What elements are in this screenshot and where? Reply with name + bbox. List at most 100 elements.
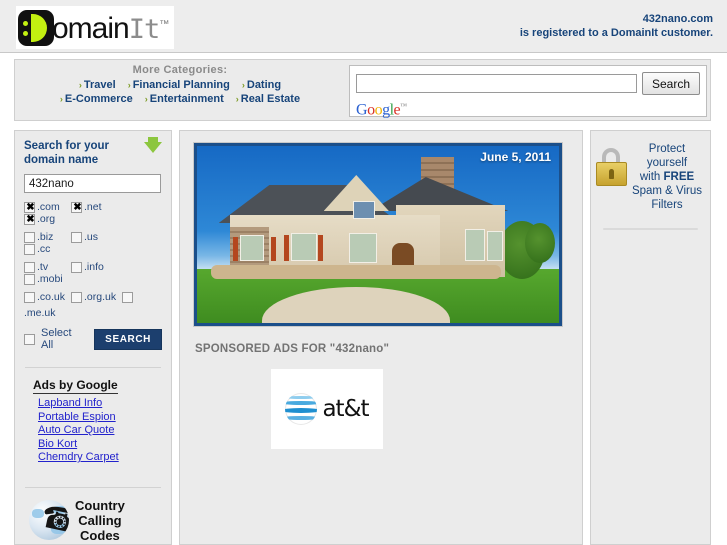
ad-link-lapband-info[interactable]: Lapband Info: [38, 397, 161, 411]
right-sidebar: Protect yourself with FREE Spam & Virus …: [590, 130, 711, 545]
tld-label: .us: [84, 231, 99, 243]
category-label: Real Estate: [240, 93, 301, 105]
house-photo: June 5, 2011: [197, 146, 559, 323]
tld-option-tv[interactable]: .tv: [24, 261, 71, 273]
category-row-2: › E-Commerce › Entertainment › Real Estate: [15, 93, 345, 105]
tld-option-cc[interactable]: .cc: [24, 243, 71, 255]
country-calling-codes-ad[interactable]: ☎ Country Calling Codes: [15, 488, 171, 543]
tld-option-com[interactable]: .com: [24, 201, 71, 214]
domainit-logo[interactable]: omainIt™: [16, 6, 175, 49]
category-link-dating[interactable]: › Dating: [242, 79, 281, 91]
checkbox-org[interactable]: [24, 213, 36, 226]
checkbox-info[interactable]: [71, 261, 82, 273]
category-link-entertainment[interactable]: › Entertainment: [145, 93, 224, 105]
tld-option-mobi[interactable]: .mobi: [24, 273, 71, 285]
select-all-label: Select All: [41, 327, 72, 351]
google-logo-o2: o: [374, 101, 383, 119]
cc-line-2: Calling: [78, 512, 122, 528]
tld-checkbox-grid: .com .net .org .biz .us .cc .tv .info .m…: [24, 201, 164, 319]
promo-line-3: Spam & Virus: [631, 185, 703, 197]
tld-label: .co.uk: [37, 291, 66, 303]
bullet-arrow-icon: ›: [241, 80, 245, 90]
domain-name-input[interactable]: [24, 174, 161, 193]
ads-by-google-block: Ads by Google Lapband Info Portable Espi…: [15, 368, 171, 465]
checkbox-net[interactable]: [71, 201, 83, 214]
att-wordmark: at&t: [322, 396, 369, 422]
domain-search-button[interactable]: SEARCH: [94, 328, 162, 350]
logo-text-it: It: [128, 14, 161, 45]
category-link-financial-planning[interactable]: › Financial Planning: [128, 79, 230, 91]
category-link-e-commerce[interactable]: › E-Commerce: [60, 93, 133, 105]
google-logo: Google™: [356, 97, 706, 119]
logo-mark-icon: [18, 9, 54, 46]
tld-option-me-uk[interactable]: [122, 291, 135, 303]
checkbox-tv[interactable]: [24, 261, 35, 273]
down-arrow-icon: [144, 137, 162, 153]
checkbox-biz[interactable]: [24, 231, 35, 243]
more-categories-block: More Categories: › Travel › Financial Plan…: [15, 64, 345, 107]
checkbox-me-uk[interactable]: [122, 291, 134, 303]
ad-link-bio-kort[interactable]: Bio Kort: [38, 438, 161, 452]
google-logo-g1: G: [356, 101, 368, 119]
tld-option-co-uk[interactable]: .co.uk: [24, 291, 65, 303]
featured-photo-frame: June 5, 2011: [193, 142, 563, 327]
tld-option-biz[interactable]: .biz: [24, 231, 71, 243]
sponsored-ads-heading: SPONSORED ADS FOR "432nano": [195, 343, 390, 355]
site-header: omainIt™ 432nano.com is registered to a …: [0, 0, 727, 53]
tld-option-org[interactable]: .org: [24, 213, 71, 226]
tld-label: .info: [84, 261, 104, 273]
google-search-button[interactable]: Search: [641, 72, 700, 95]
padlock-icon: [596, 148, 627, 186]
tld-label: .biz: [37, 231, 54, 243]
page-root: omainIt™ 432nano.com is registered to a …: [0, 0, 727, 545]
tld-label: .tv: [37, 261, 49, 273]
tld-option-net[interactable]: .net: [71, 201, 118, 214]
tld-label: .cc: [37, 243, 51, 255]
spam-filter-promo-text: Protect yourself with FREE Spam & Virus …: [630, 142, 704, 212]
more-categories-title: More Categories:: [132, 64, 228, 76]
category-label: Entertainment: [149, 93, 224, 105]
checkbox-com[interactable]: [24, 201, 36, 214]
category-link-real-estate[interactable]: › Real Estate: [236, 93, 300, 105]
tld-row-4: .co.uk .org.uk: [24, 291, 164, 303]
logo-trademark: ™: [159, 19, 169, 30]
ad-link-auto-car-quote[interactable]: Auto Car Quote: [38, 424, 161, 438]
content-columns: Search for your domain name .com .net .o…: [14, 130, 711, 545]
checkbox-select-all[interactable]: [24, 333, 35, 345]
promo-line-4: Filters: [651, 199, 683, 211]
category-label: Travel: [83, 79, 116, 91]
checkbox-mobi[interactable]: [24, 273, 35, 285]
main-content: June 5, 2011 SPONSORED ADS FOR "432nano"…: [179, 130, 583, 545]
logo-text-domain: omain: [52, 12, 130, 45]
registration-message: is registered to a DomainIt customer.: [519, 27, 713, 39]
bullet-arrow-icon: ›: [144, 94, 148, 104]
ad-link-chemdry-carpet[interactable]: Chemdry Carpet: [38, 451, 161, 465]
ads-by-google-title: Ads by Google: [33, 378, 118, 394]
registration-domain: 432nano.com: [642, 13, 713, 25]
checkbox-us[interactable]: [71, 231, 82, 243]
spam-filter-promo[interactable]: Protect yourself with FREE Spam & Virus …: [591, 131, 710, 212]
checkbox-co-uk[interactable]: [24, 291, 35, 303]
tld-option-org-uk[interactable]: .org.uk: [71, 291, 116, 303]
tld-option-us[interactable]: .us: [71, 231, 118, 243]
att-advertisement[interactable]: at&t: [271, 369, 383, 449]
left-sidebar: Search for your domain name .com .net .o…: [14, 130, 172, 545]
tld-label: .com: [37, 201, 60, 213]
ad-link-portable-espion[interactable]: Portable Espion: [38, 411, 161, 425]
promo-line-2-prefix: with: [639, 171, 664, 183]
tld-option-info[interactable]: .info: [71, 261, 118, 273]
tld-label-me-uk: .me.uk: [24, 307, 56, 319]
globe-phone-icon: ☎: [29, 500, 69, 541]
category-label: Financial Planning: [132, 79, 230, 91]
category-label: Dating: [246, 79, 282, 91]
checkbox-cc[interactable]: [24, 243, 35, 255]
cc-line-3: Codes: [80, 527, 120, 543]
promo-line-2-free: FREE: [663, 171, 695, 183]
tld-label: .net: [84, 201, 102, 213]
country-calling-codes-text: Country Calling Codes: [75, 498, 125, 543]
google-search-input[interactable]: [356, 74, 637, 93]
category-link-travel[interactable]: › Travel: [79, 79, 116, 91]
checkbox-org-uk[interactable]: [71, 291, 83, 303]
promo-line-1: Protect yourself: [646, 143, 688, 169]
photo-date-label: June 5, 2011: [480, 150, 551, 164]
